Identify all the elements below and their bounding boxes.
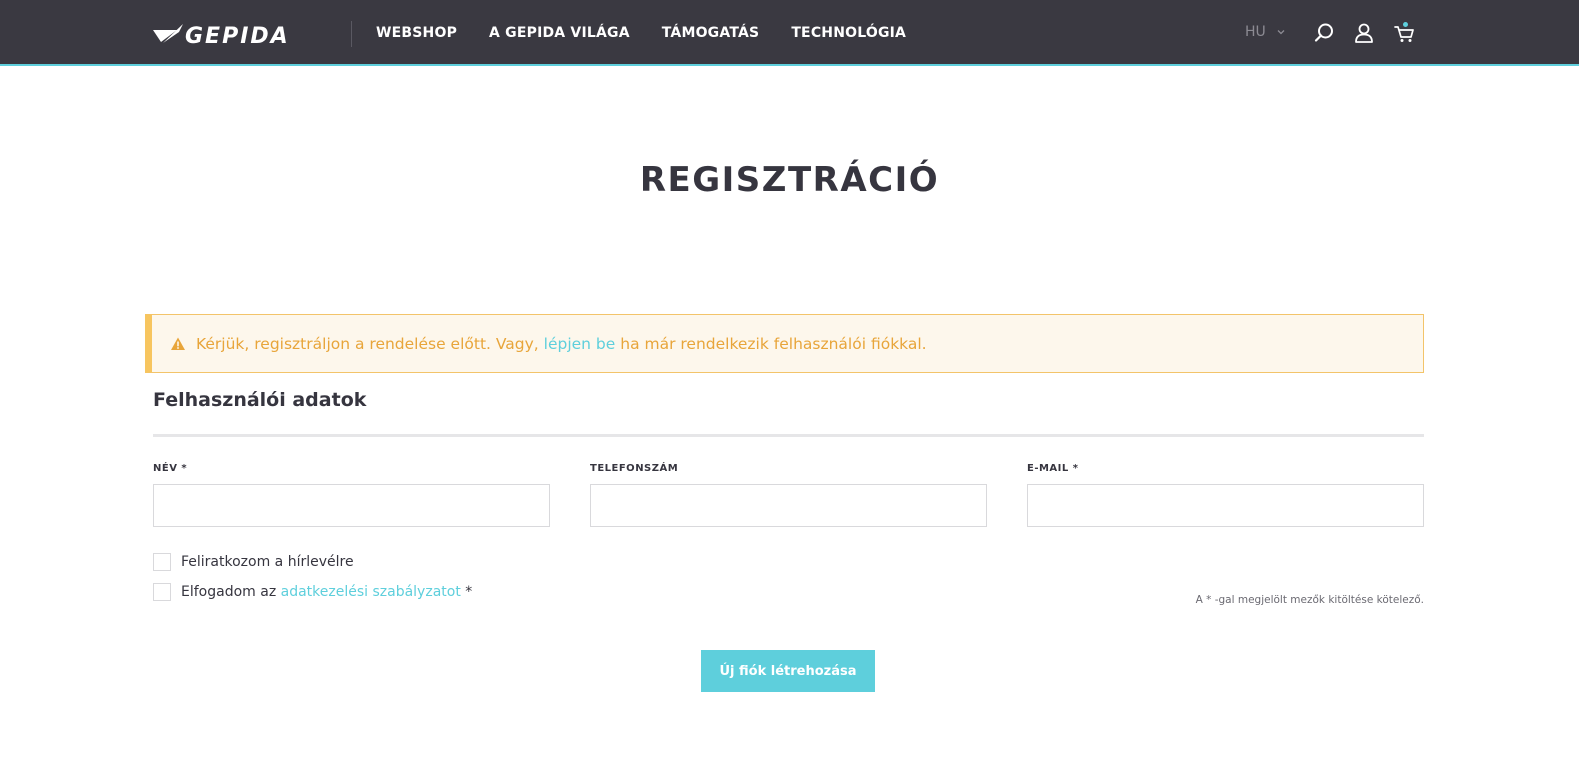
nav-webshop[interactable]: WEBSHOP: [376, 25, 457, 41]
name-label: NÉV *: [153, 463, 188, 474]
page-title: REGISZTRÁCIÓ: [639, 160, 940, 200]
privacy-label-before: Elfogadom az: [181, 584, 281, 600]
privacy-label: Elfogadom az adatkezelési szabályzatot *: [181, 584, 472, 600]
section-title: Felhasználói adatok: [153, 389, 367, 411]
cart-badge-dot: [1403, 22, 1408, 27]
site-header: GEPIDA WEBSHOP A GEPIDA VILÁGA TÁMOGATÁS…: [0, 0, 1579, 66]
section-divider: [153, 434, 1424, 437]
privacy-checkbox[interactable]: [153, 583, 171, 601]
chevron-down-icon: [1277, 30, 1285, 35]
email-label: E-MAIL *: [1027, 463, 1079, 474]
newsletter-checkbox[interactable]: [153, 553, 171, 571]
newsletter-option[interactable]: Feliratkozom a hírlevélre: [153, 553, 354, 571]
nav-support[interactable]: TÁMOGATÁS: [662, 25, 760, 41]
privacy-policy-link[interactable]: adatkezelési szabályzatot: [281, 584, 461, 600]
create-account-button[interactable]: Új fiók létrehozása: [701, 650, 875, 692]
warning-icon: [171, 337, 185, 350]
login-alert: Kérjük, regisztráljon a rendelése előtt.…: [145, 314, 1424, 373]
nav-technology[interactable]: TECHNOLÓGIA: [791, 25, 906, 41]
logo-divider: [351, 21, 352, 47]
name-input[interactable]: [153, 484, 550, 527]
logo-text: GEPIDA: [185, 24, 290, 46]
gepida-logo[interactable]: GEPIDA: [153, 22, 331, 46]
alert-text-after: ha már rendelkezik felhasználói fiókkal.: [615, 334, 927, 353]
user-icon[interactable]: [1353, 22, 1375, 44]
nav-gepida-world[interactable]: A GEPIDA VILÁGA: [489, 25, 630, 41]
phone-label: TELEFONSZÁM: [590, 463, 679, 474]
phone-input[interactable]: [590, 484, 987, 527]
email-input[interactable]: [1027, 484, 1424, 527]
alert-text-before: Kérjük, regisztráljon a rendelése előtt.…: [196, 334, 544, 353]
login-link[interactable]: lépjen be: [544, 335, 616, 353]
privacy-option[interactable]: Elfogadom az adatkezelési szabályzatot *: [153, 583, 472, 601]
privacy-required-mark: *: [460, 584, 473, 600]
required-fields-note: A * -gal megjelölt mezők kitöltése kötel…: [1195, 594, 1424, 606]
language-selector[interactable]: HU: [1245, 24, 1287, 40]
main-nav: WEBSHOP A GEPIDA VILÁGA TÁMOGATÁS TECHNO…: [376, 0, 938, 66]
gepida-logo-mark: GEPIDA: [153, 24, 290, 46]
newsletter-label: Feliratkozom a hírlevélre: [181, 554, 354, 570]
search-icon[interactable]: [1313, 22, 1335, 44]
language-label: HU: [1245, 24, 1266, 40]
alert-message: Kérjük, regisztráljon a rendelése előtt.…: [196, 335, 927, 353]
